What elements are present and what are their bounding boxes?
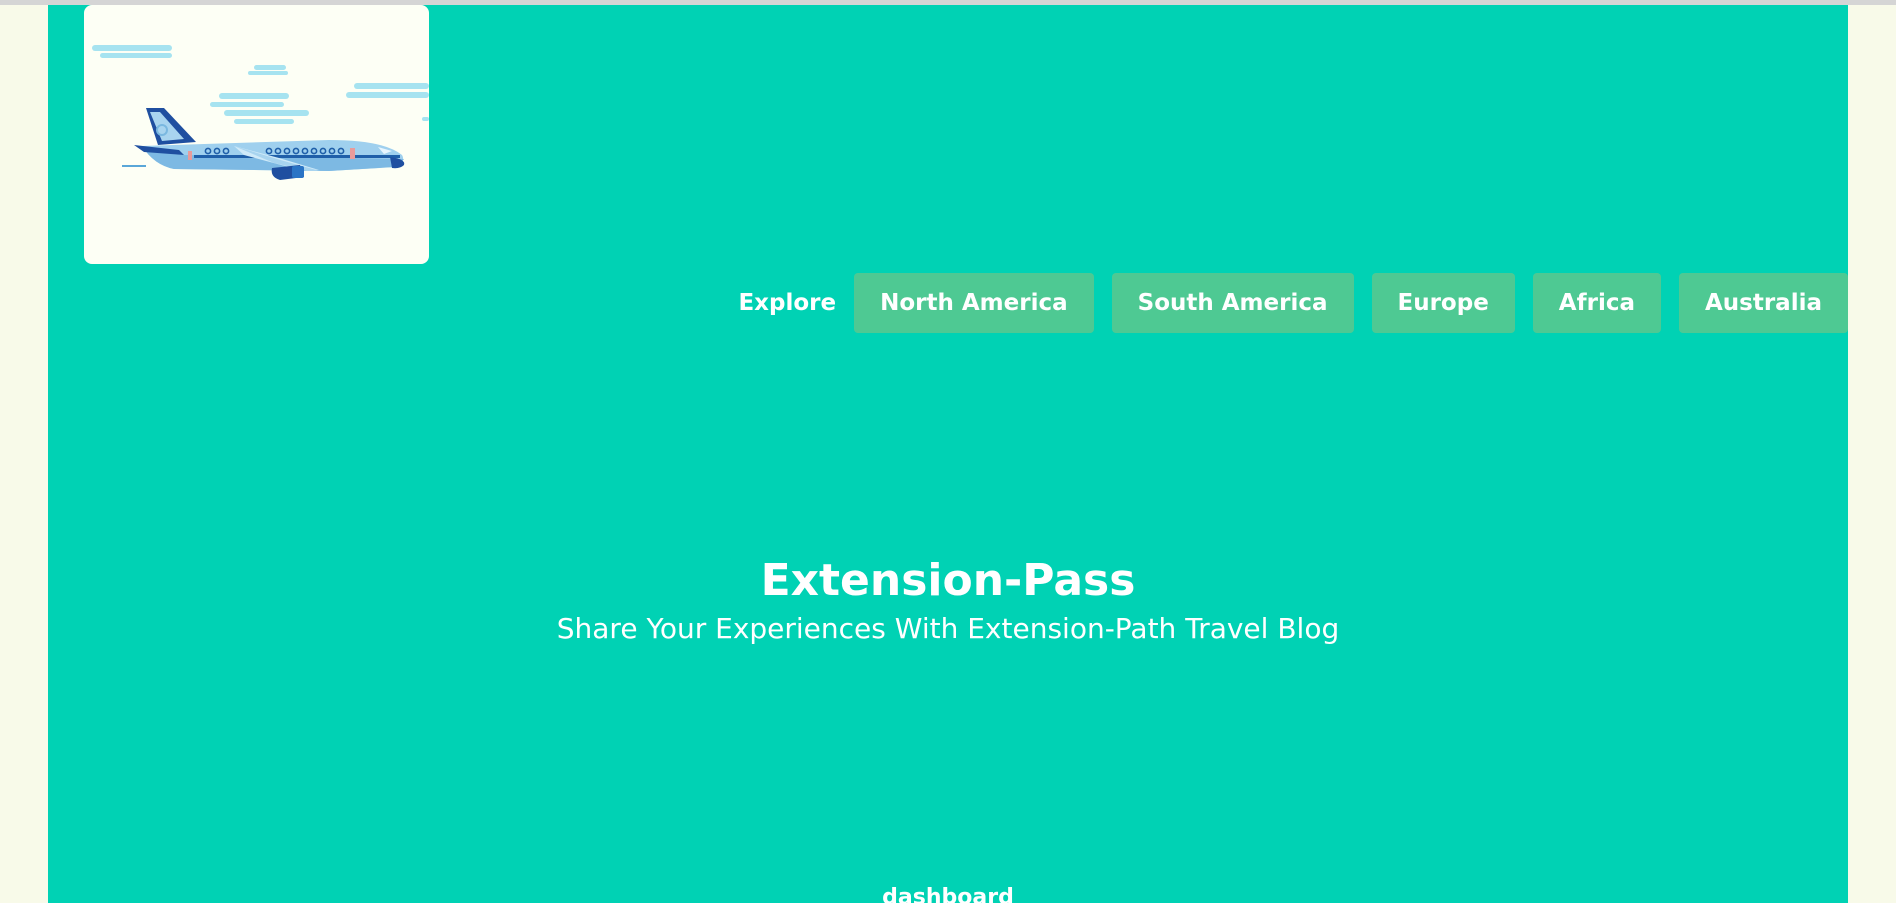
- explore-label: Explore: [738, 290, 837, 316]
- region-nav: Explore North America South America Euro…: [738, 273, 1848, 333]
- nav-north-america-button[interactable]: North America: [854, 273, 1094, 333]
- page-subtitle: Share Your Experiences With Extension-Pa…: [556, 612, 1340, 645]
- nav-australia-button[interactable]: Australia: [1678, 273, 1848, 333]
- nav-africa-button[interactable]: Africa: [1532, 273, 1661, 333]
- main-panel: Explore North America South America Euro…: [48, 5, 1848, 903]
- page-title: Extension-Pass: [760, 555, 1136, 606]
- nav-europe-button[interactable]: Europe: [1371, 273, 1515, 333]
- dashboard-link[interactable]: dashboard: [48, 883, 1848, 903]
- logo[interactable]: [84, 5, 429, 264]
- airplane-icon: [92, 45, 429, 180]
- nav-south-america-button[interactable]: South America: [1111, 273, 1354, 333]
